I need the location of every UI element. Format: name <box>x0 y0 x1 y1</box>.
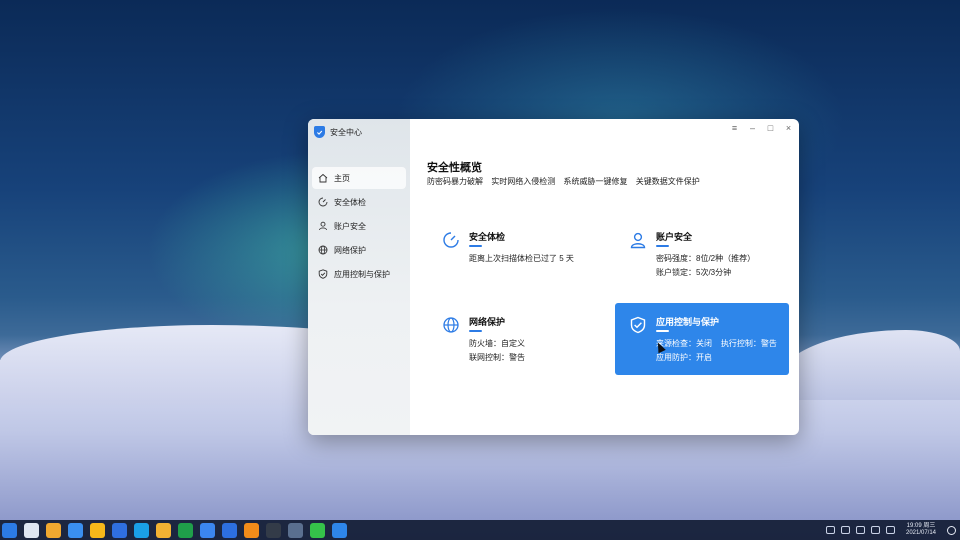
wps-icon[interactable] <box>222 522 237 538</box>
scan-icon <box>318 197 328 207</box>
card-detail: 账户锁定：5次/3分钟 <box>656 268 732 277</box>
clock-time: 19:09 周三 <box>906 523 936 529</box>
browser-icon[interactable] <box>90 522 105 538</box>
card-title-underline <box>656 245 669 247</box>
security-center-active-icon[interactable] <box>332 522 347 538</box>
notification-icon[interactable] <box>871 526 880 534</box>
taskbar-apps <box>0 522 347 538</box>
sidebar: 安全中心 主页 安全体检 账户安全 网络保护 应用控制与保护 <box>308 119 410 435</box>
user-icon <box>629 231 647 249</box>
taskbar: 19:09 周三 2021/07/14 <box>0 520 960 540</box>
card-detail: 防火墙：自定义 <box>469 339 525 348</box>
video-player-icon[interactable] <box>134 522 149 538</box>
document-icon[interactable] <box>200 522 215 538</box>
feature-item: 防密码暴力破解 <box>427 177 483 186</box>
card-title: 安全体检 <box>469 232 506 242</box>
shield-logo-icon <box>314 126 325 138</box>
sidebar-nav: 主页 安全体检 账户安全 网络保护 应用控制与保护 <box>308 167 410 287</box>
card-network[interactable]: 网络保护 防火墙：自定义 联网控制：警告 <box>428 303 602 375</box>
card-title: 应用控制与保护 <box>656 317 720 327</box>
card-title-underline <box>469 330 482 332</box>
wechat-icon[interactable] <box>310 522 325 538</box>
globe-icon <box>442 316 460 334</box>
multitask-icon[interactable] <box>24 522 39 538</box>
feature-item: 关键数据文件保护 <box>635 177 700 186</box>
card-detail: 密码强度：8位/2种（推荐） <box>656 254 756 263</box>
sidebar-item-label: 应用控制与保护 <box>334 269 390 279</box>
globe-icon <box>318 245 328 255</box>
file-manager-icon[interactable] <box>46 522 61 538</box>
card-detail: 来源检查：关闭 执行控制：警告 <box>656 339 777 348</box>
shield-check-icon <box>629 316 647 334</box>
card-title-underline <box>656 330 669 332</box>
card-account[interactable]: 账户安全 密码强度：8位/2种（推荐） 账户锁定：5次/3分钟 <box>615 218 789 290</box>
card-detail: 应用防护：开启 <box>656 353 712 362</box>
security-center-icon[interactable] <box>68 522 83 538</box>
sidebar-item-app-control[interactable]: 应用控制与保护 <box>312 263 406 285</box>
card-detail: 联网控制：警告 <box>469 353 525 362</box>
main-content: 安全性概览 防密码暴力破解 实时网络入侵检测 系统威胁一键修复 关键数据文件保护… <box>410 119 799 435</box>
card-app-control[interactable]: 应用控制与保护 来源检查：关闭 执行控制：警告 应用防护：开启 <box>615 303 789 375</box>
shield-check-icon <box>318 269 328 279</box>
scan-icon <box>442 231 460 249</box>
card-title-underline <box>469 245 482 247</box>
system-tray: 19:09 周三 2021/07/14 <box>826 520 956 540</box>
sidebar-item-network[interactable]: 网络保护 <box>312 239 406 261</box>
volume-icon[interactable] <box>856 526 865 534</box>
sidebar-item-scan[interactable]: 安全体检 <box>312 191 406 213</box>
sidebar-item-home[interactable]: 主页 <box>312 167 406 189</box>
wps-writer-icon[interactable] <box>112 522 127 538</box>
user-icon <box>318 221 328 231</box>
card-detail: 距离上次扫描体检已过了 5 天 <box>469 254 574 263</box>
sidebar-item-account[interactable]: 账户安全 <box>312 215 406 237</box>
night-mode-icon[interactable] <box>947 525 956 535</box>
clock-date: 2021/07/14 <box>905 530 937 536</box>
start-icon[interactable] <box>2 522 17 538</box>
card-title: 网络保护 <box>469 317 506 327</box>
wps-sheet-icon[interactable] <box>178 522 193 538</box>
sidebar-item-label: 账户安全 <box>334 221 366 231</box>
battery-icon[interactable] <box>886 526 895 534</box>
home-icon <box>318 173 328 183</box>
page-title: 安全性概览 <box>427 162 482 174</box>
sidebar-item-label: 网络保护 <box>334 245 366 255</box>
feature-summary: 防密码暴力破解 实时网络入侵检测 系统威胁一键修复 关键数据文件保护 <box>427 176 706 187</box>
feature-item: 实时网络入侵检测 <box>491 177 556 186</box>
network-icon[interactable] <box>841 526 850 534</box>
app-title: 安全中心 <box>330 127 362 137</box>
clock[interactable]: 19:09 周三 2021/07/14 <box>901 523 941 537</box>
app-header: 安全中心 <box>314 124 362 140</box>
files-icon[interactable] <box>156 522 171 538</box>
keyboard-icon[interactable] <box>826 526 835 534</box>
card-scan[interactable]: 安全体检 距离上次扫描体检已过了 5 天 <box>428 218 602 290</box>
security-center-window: 安全中心 主页 安全体检 账户安全 网络保护 应用控制与保护 ≡ – □ × 安… <box>308 119 799 435</box>
desktop-wallpaper-hill <box>780 330 960 400</box>
sidebar-item-label: 主页 <box>334 173 350 183</box>
feature-item: 系统威胁一键修复 <box>563 177 628 186</box>
system-monitor-icon[interactable] <box>288 522 303 538</box>
terminal-icon[interactable] <box>266 522 281 538</box>
card-title: 账户安全 <box>656 232 693 242</box>
sidebar-item-label: 安全体检 <box>334 197 366 207</box>
archive-icon[interactable] <box>244 522 259 538</box>
